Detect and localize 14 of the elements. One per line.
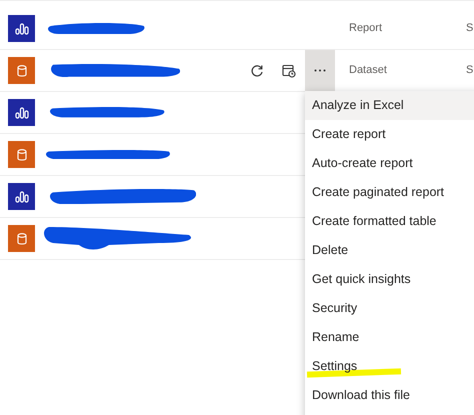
dataset-icon [8, 225, 35, 252]
type-cell-text: Report [349, 21, 382, 36]
calendar-icon[interactable] [282, 64, 296, 78]
report-icon [8, 183, 35, 210]
table-cell-text: S [466, 21, 474, 36]
dataset-icon [8, 141, 35, 168]
more-icon [314, 69, 326, 72]
type-cell-text: Dataset [349, 63, 387, 78]
table-cell-text: S [466, 63, 474, 78]
report-icon [8, 15, 35, 42]
report-icon [8, 99, 35, 126]
refresh-icon[interactable] [250, 64, 264, 78]
menu-item[interactable]: Analyze in Excel [305, 91, 474, 120]
dataset-icon [8, 57, 35, 84]
